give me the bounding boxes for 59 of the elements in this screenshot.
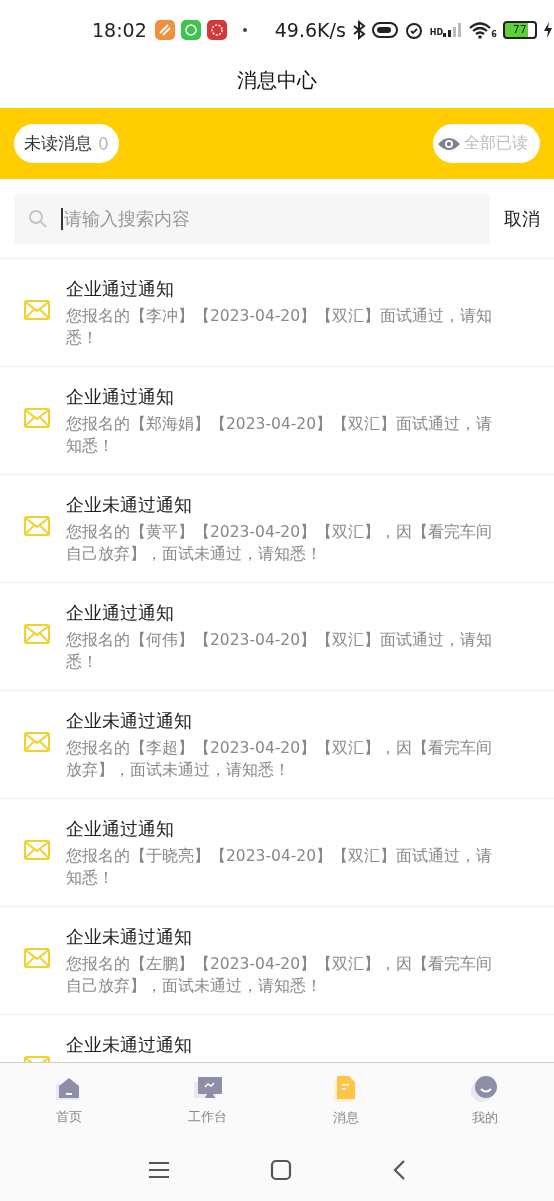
message-item[interactable]: 企业通过通知 您报名的【郑海娟】【2023-04-20】【双汇】面试通过，请知悉！ [0,367,554,475]
message-text: 您报名的【黄平】【2023-04-20】【双汇】，因【看完车间自己放弃】，面试未通过，请知悉！ [66,522,494,565]
toggle-icon [371,21,398,39]
wifi-label: 6 [491,30,497,39]
message-text: 您报名的【李超】【2023-04-20】【双汇】，因【看完车间放弃】，面试未通过，请知悉！ [66,738,494,781]
wifi-icon [469,21,492,39]
nav-tab[interactable]: 我的 [415,1063,554,1139]
message-text: 您报名的【郑海娟】【2023-04-20】【双汇】面试通过，请知悉！ [66,414,494,457]
unread-label: 未读消息 [24,132,92,155]
network-speed: 49.6K/s [274,19,346,41]
nav-tab[interactable]: 工作台 [138,1063,277,1139]
message-item[interactable]: 企业未通过通知 您报名的【左鹏】【2023-04-20】【双汇】，因【看完车间自己放弃】，面试未通过，请知悉！ [0,907,554,1015]
app-icon [206,20,227,40]
app-icon [154,20,175,40]
envelope-icon [24,948,50,968]
message-title: 企业通过通知 [66,817,175,841]
unread-count: 0 [98,133,109,154]
envelope-icon [24,516,50,536]
text-cursor [61,207,63,230]
menu-icon[interactable] [148,1161,170,1179]
charging-icon [542,22,553,38]
nav-tab[interactable]: 首页 [0,1063,139,1139]
battery-indicator: 77 [502,21,537,39]
message-text: 您报名的【于晓亮】【2023-04-20】【双汇】面试通过，请知悉！ [66,846,494,889]
status-time: 18:02 [92,19,147,41]
message-title: 企业未通过通知 [66,925,193,949]
message-title: 企业通过通知 [66,277,175,301]
home-button-icon[interactable] [270,1159,292,1181]
search-field[interactable]: 请输入搜索内容 [14,193,490,244]
message-text: 您报名的【何伟】【2023-04-20】【双汇】面试通过，请知悉！ [66,630,494,673]
eye-icon [437,135,461,152]
message-item[interactable]: 企业通过通知 您报名的【于晓亮】【2023-04-20】【双汇】面试通过，请知悉！ [0,799,554,907]
envelope-icon [24,624,50,644]
back-icon[interactable] [392,1159,406,1181]
cancel-button[interactable]: 取消 [504,206,540,231]
envelope-icon [24,300,50,320]
dot-icon [242,28,247,32]
search-icon [28,208,48,229]
message-item[interactable]: 企业未通过通知 您报名的【李超】【2023-04-20】【双汇】，因【看完车间放弃】，面试未通过，请知悉！ [0,691,554,799]
page-title: 消息中心 [237,66,317,94]
app-icon [180,20,201,40]
envelope-icon [24,408,50,428]
message-title: 企业未通过通知 [66,493,193,517]
message-title: 企业通过通知 [66,385,175,409]
bluetooth-icon [351,20,366,40]
message-text: 您报名的【李冲】【2023-04-20】【双汇】面试通过，请知悉！ [66,306,494,349]
smiley-icon [470,1075,499,1103]
nav-tab[interactable]: 消息 [277,1063,416,1139]
message-item[interactable]: 企业通过通知 您报名的【何伟】【2023-04-20】【双汇】面试通过，请知悉！ [0,583,554,691]
message-title: 企业通过通知 [66,601,175,625]
envelope-icon [24,732,50,752]
message-item[interactable]: 企业通过通知 您报名的【李冲】【2023-04-20】【双汇】面试通过，请知悉！ [0,259,554,367]
message-title: 企业未通过通知 [66,709,193,733]
message-title: 企业未通过通知 [66,1033,193,1057]
envelope-icon [24,840,50,860]
signal-icon [443,23,464,37]
message-text: 您报名的【左鹏】【2023-04-20】【双汇】，因【看完车间自己放弃】，面试未通过，请知悉！ [66,954,494,997]
signal-label: HD [429,28,444,37]
message-item[interactable]: 企业未通过通知 您报名的【黄平】【2023-04-20】【双汇】，因【看完车间自己放弃】，面试未通过，请知悉！ [0,475,554,583]
